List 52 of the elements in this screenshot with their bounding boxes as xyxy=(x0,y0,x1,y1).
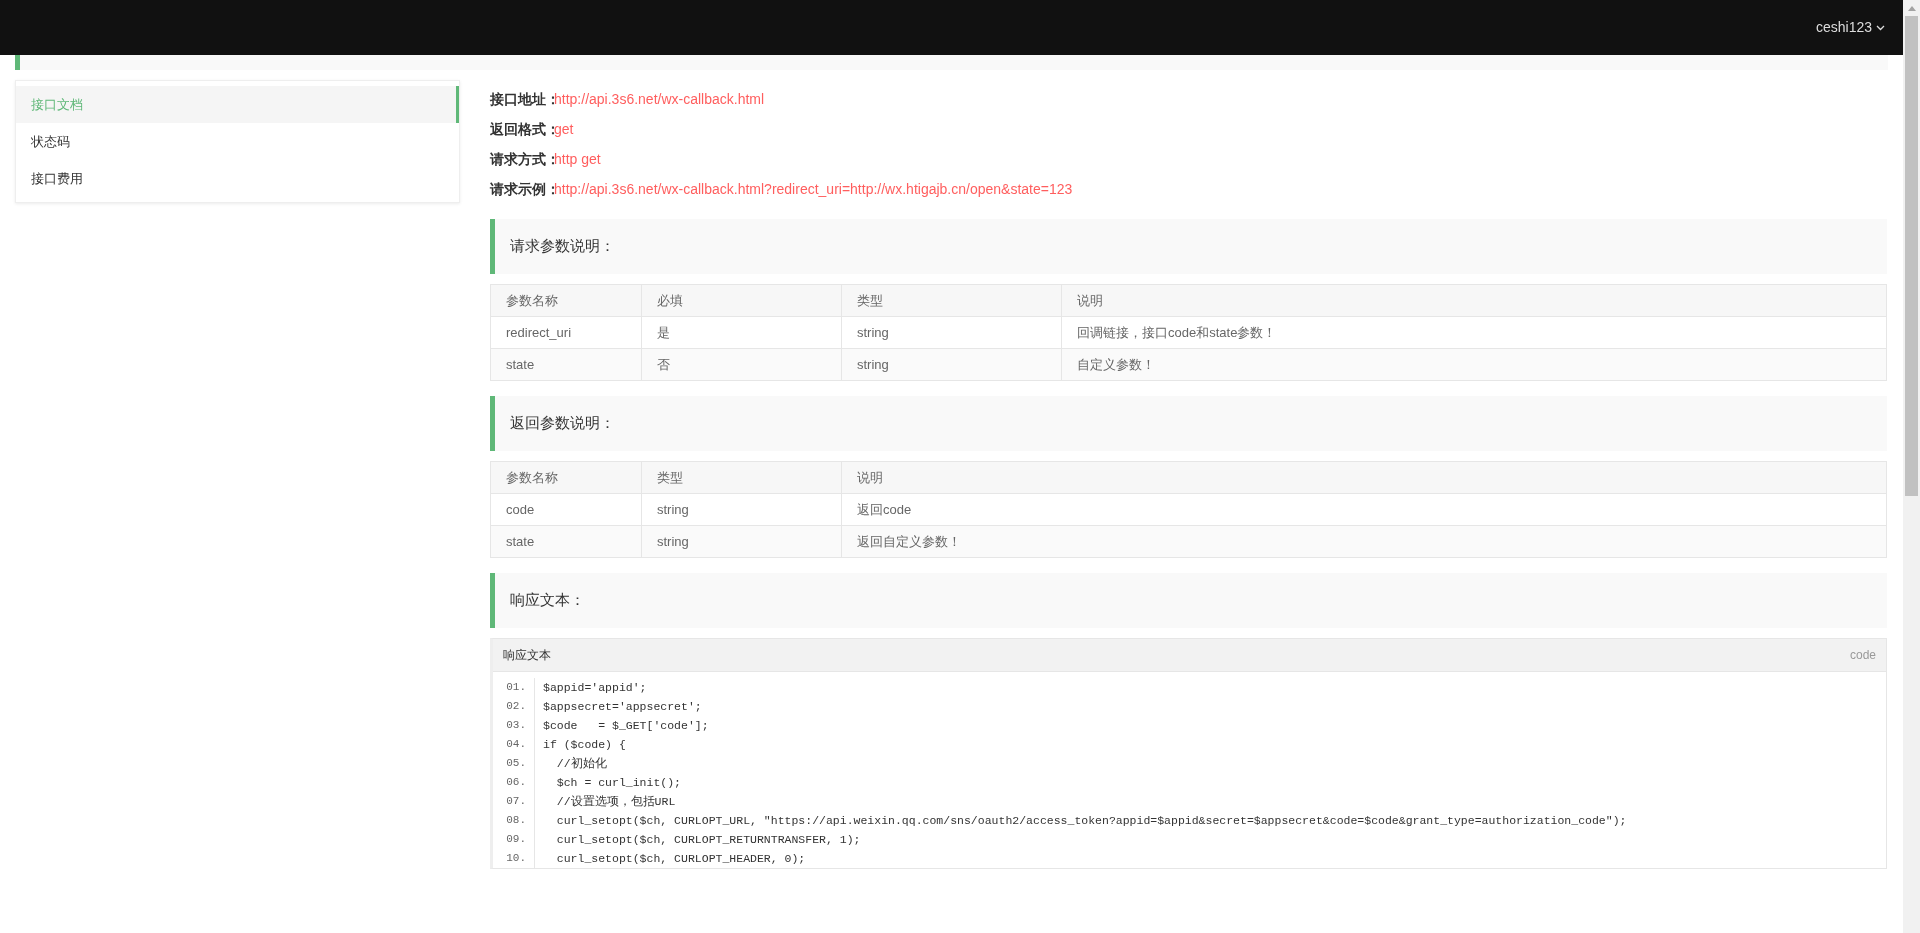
line-number: 06. xyxy=(506,775,526,790)
table-cell: state xyxy=(491,349,641,380)
section-heading: 请求参数说明： xyxy=(490,219,1887,274)
table-cell: string xyxy=(641,526,841,557)
code-line: $appsecret='appsecret'; xyxy=(543,699,703,715)
table-header-cell: 类型 xyxy=(641,462,841,493)
line-number: 04. xyxy=(506,737,526,752)
info-label: 请求示例： xyxy=(490,179,554,199)
info-value: http get xyxy=(554,149,601,169)
sidebar-item[interactable]: 接口费用 xyxy=(16,160,459,197)
table-header-cell: 参数名称 xyxy=(491,462,641,493)
table-header-cell: 必填 xyxy=(641,285,841,316)
line-number: 08. xyxy=(506,813,526,828)
line-number: 01. xyxy=(506,680,526,695)
line-number: 02. xyxy=(506,699,526,714)
info-value: http://api.3s6.net/wx-callback.html xyxy=(554,89,765,109)
table-header-cell: 说明 xyxy=(841,462,1886,493)
code-line: $ch = curl_init(); xyxy=(555,775,683,791)
info-label: 返回格式： xyxy=(490,119,554,139)
code-line: //设置选项，包括URL xyxy=(555,794,677,810)
sidebar-item[interactable]: 状态码 xyxy=(16,123,459,160)
line-number: 07. xyxy=(506,794,526,809)
line-number: 05. xyxy=(506,756,526,771)
section-heading: 响应文本： xyxy=(490,573,1887,628)
table-cell: state xyxy=(491,526,641,557)
line-number: 03. xyxy=(506,718,526,733)
user-menu[interactable]: ceshi123 xyxy=(1815,17,1885,38)
code-language-label: code xyxy=(1849,647,1876,664)
code-line: $code = $_GET['code']; xyxy=(543,718,710,734)
info-value: http://api.3s6.net/wx-callback.html?redirect_uri=http://wx.htigajb.cn/open&state=123 xyxy=(554,179,1073,199)
code-line: curl_setopt($ch, CURLOPT_URL, "https://api.weixin.qq.com/sns/oauth2/access_token?appid=$appid&secret=$appsecret&code=$code&grant_type=authorization_code"); xyxy=(555,813,1627,829)
code-line: $appid='appid'; xyxy=(543,680,648,696)
table-cell: 自定义参数！ xyxy=(1061,349,1886,380)
info-label: 请求方式： xyxy=(490,149,554,169)
scroll-up-icon xyxy=(1907,6,1916,11)
code-line: if ($code) { xyxy=(543,737,627,753)
table-header-cell: 说明 xyxy=(1061,285,1886,316)
chevron-down-icon xyxy=(1876,24,1885,31)
line-number: 09. xyxy=(506,832,526,847)
code-panel-title: 响应文本 xyxy=(503,647,551,664)
code-line: curl_setopt($ch, CURLOPT_HEADER, 0); xyxy=(555,851,807,867)
line-number: 10. xyxy=(506,851,526,866)
info-label: 接口地址： xyxy=(490,89,554,109)
table-header-cell: 参数名称 xyxy=(491,285,641,316)
table-cell: 返回自定义参数！ xyxy=(841,526,1886,557)
code-line: curl_setopt($ch, CURLOPT_RETURNTRANSFER, 1); xyxy=(555,832,862,848)
info-value: get xyxy=(554,119,574,139)
table-cell: 否 xyxy=(641,349,841,380)
section-heading: 返回参数说明： xyxy=(490,396,1887,451)
table-header-cell: 类型 xyxy=(841,285,1061,316)
table-cell: string xyxy=(841,349,1061,380)
code-line: //初始化 xyxy=(555,756,608,772)
